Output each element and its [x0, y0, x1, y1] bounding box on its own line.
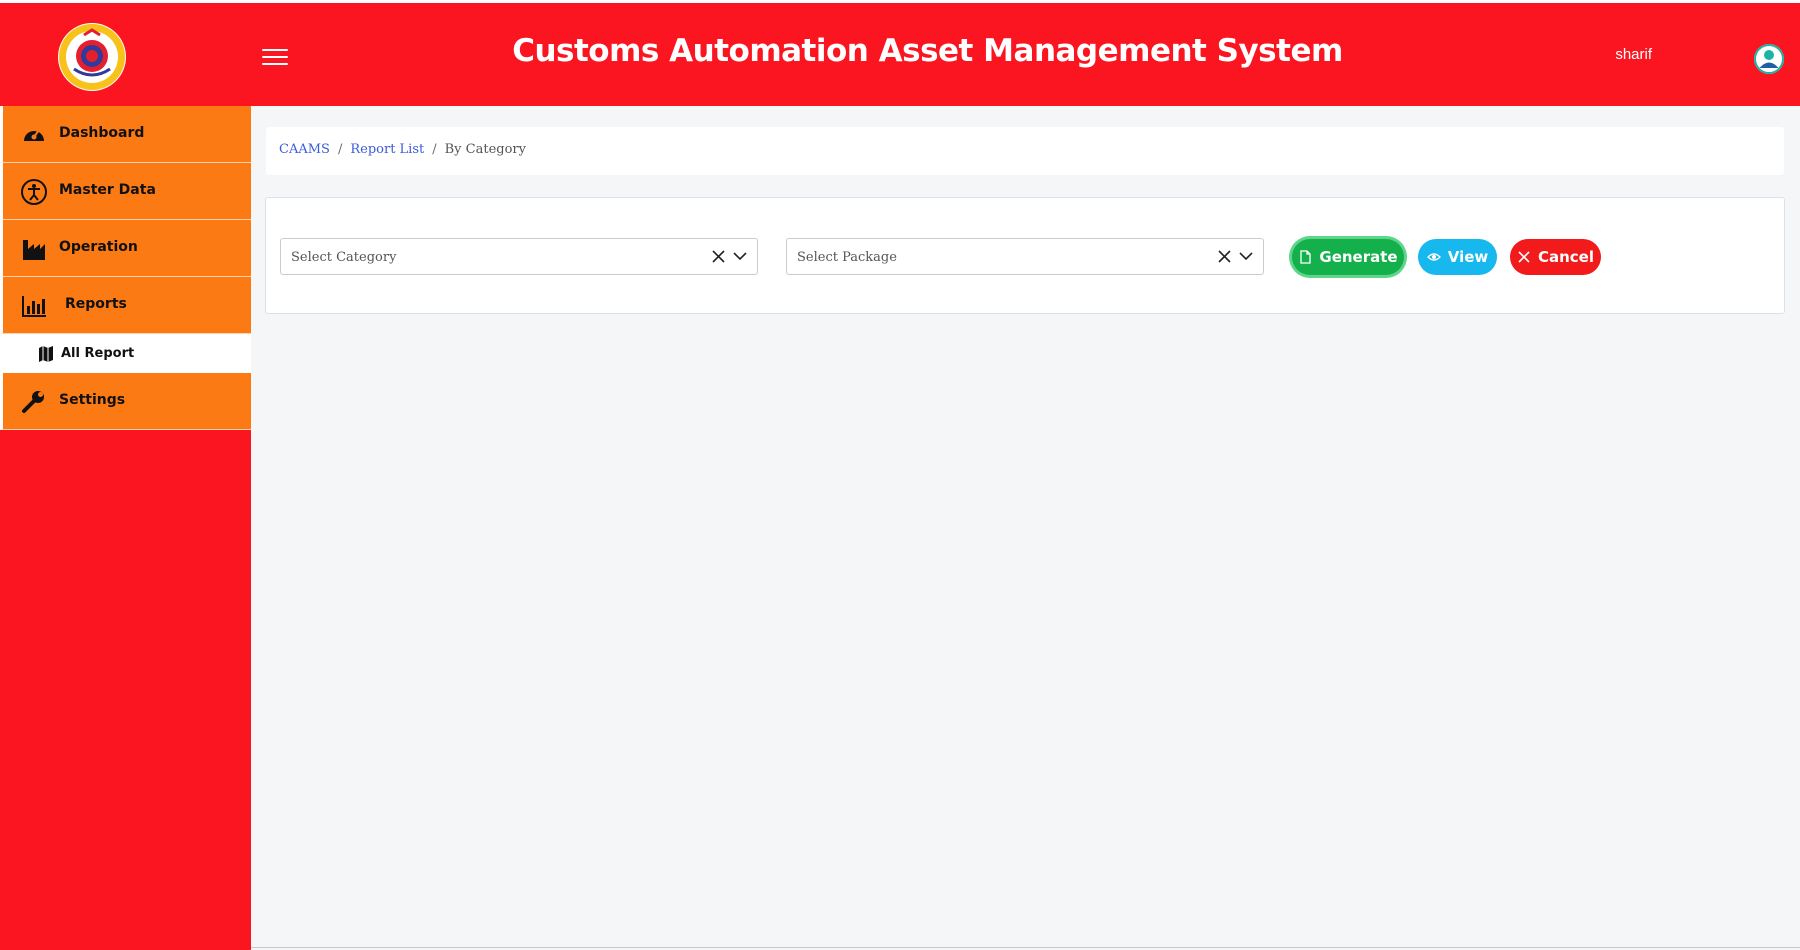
generate-button-label: Generate	[1319, 248, 1398, 266]
map-icon	[39, 346, 53, 362]
report-filter-card: Select Category Select Package Generate …	[265, 197, 1785, 314]
page-bottom-divider	[251, 947, 1800, 948]
sidebar-item-label: Reports	[65, 296, 127, 312]
sidebar-item-settings[interactable]: Settings	[0, 373, 251, 430]
package-select[interactable]: Select Package	[786, 238, 1264, 275]
cancel-button-label: Cancel	[1537, 248, 1594, 266]
sidebar-item-label: Dashboard	[59, 125, 145, 141]
sidebar-item-dashboard[interactable]: Dashboard	[0, 106, 251, 163]
breadcrumb-root-link[interactable]: CAAMS	[279, 142, 330, 157]
view-button[interactable]: View	[1418, 239, 1497, 275]
clear-icon[interactable]	[712, 250, 725, 263]
sidebar-item-reports[interactable]: Reports	[0, 277, 251, 334]
close-icon	[1518, 251, 1530, 263]
eye-icon	[1426, 253, 1441, 261]
sidebar-subitem-label: All Report	[61, 346, 135, 361]
breadcrumb: CAAMS / Report List / By Category	[279, 142, 526, 157]
bar-chart-icon	[21, 293, 47, 319]
package-select-placeholder: Select Package	[797, 250, 897, 265]
sidebar-item-label: Master Data	[59, 182, 156, 198]
app-title: Customs Automation Asset Management Syst…	[512, 33, 1343, 69]
cancel-button[interactable]: Cancel	[1510, 239, 1601, 275]
universal-access-icon	[21, 179, 47, 205]
factory-icon	[21, 236, 47, 262]
breadcrumb-report-list-link[interactable]: Report List	[350, 142, 424, 157]
chevron-down-icon[interactable]	[1239, 251, 1253, 261]
sidebar-item-master-data[interactable]: Master Data	[0, 163, 251, 220]
generate-button[interactable]: Generate	[1292, 239, 1404, 275]
view-button-label: View	[1447, 248, 1489, 266]
file-icon	[1300, 250, 1312, 264]
chevron-down-icon[interactable]	[733, 251, 747, 261]
sidebar-item-label: Operation	[59, 239, 138, 255]
category-select-placeholder: Select Category	[291, 250, 397, 265]
top-navbar: Customs Automation Asset Management Syst…	[0, 0, 1800, 106]
dashboard-gauge-icon	[21, 122, 47, 148]
breadcrumb-current: By Category	[444, 142, 526, 157]
breadcrumb-card: CAAMS / Report List / By Category	[266, 127, 1784, 175]
sidebar: Dashboard Master Data Operation Reports …	[0, 106, 251, 950]
clear-icon[interactable]	[1218, 250, 1231, 263]
breadcrumb-separator: /	[432, 142, 437, 157]
user-avatar-icon[interactable]	[1754, 44, 1784, 74]
sidebar-item-label: Settings	[59, 392, 126, 408]
wrench-icon	[21, 389, 47, 415]
category-select[interactable]: Select Category	[280, 238, 758, 275]
username[interactable]: sharif	[1615, 46, 1652, 63]
breadcrumb-separator: /	[337, 142, 343, 157]
sidebar-subitem-all-report[interactable]: All Report	[0, 334, 251, 373]
sidebar-item-operation[interactable]: Operation	[0, 220, 251, 277]
